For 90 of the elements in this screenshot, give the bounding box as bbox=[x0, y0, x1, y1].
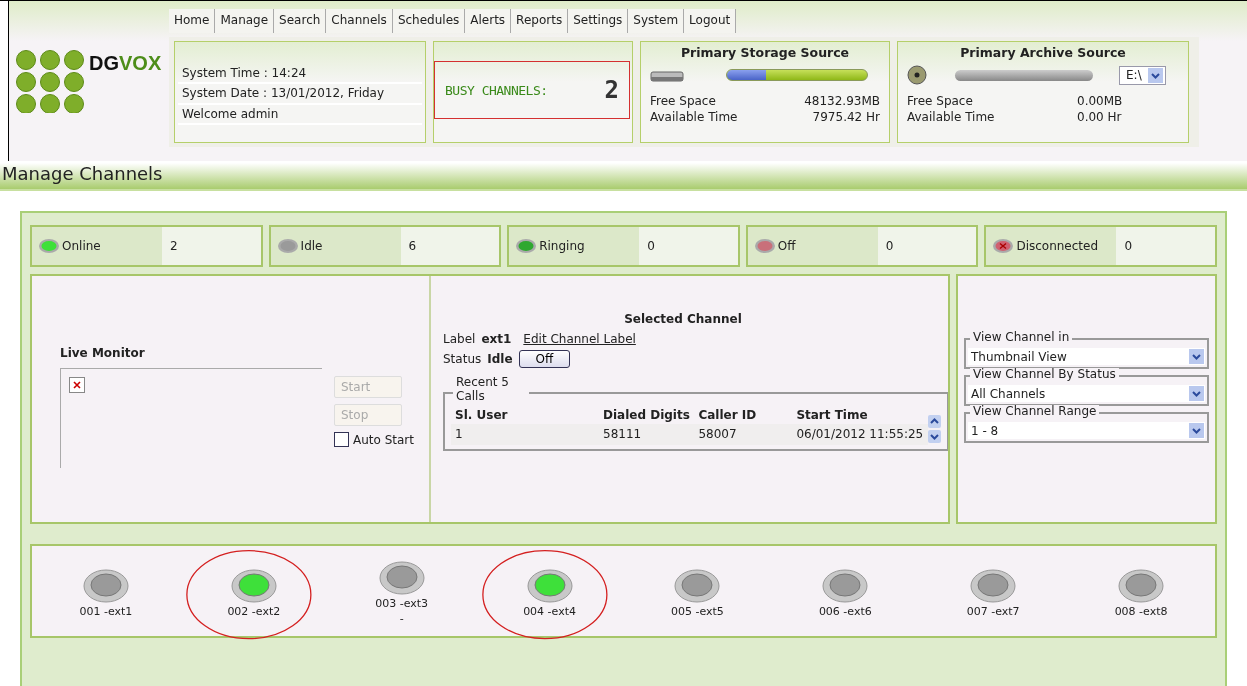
view-option-legend: View Channel in bbox=[970, 331, 1073, 343]
idle-channel-lamp-icon[interactable] bbox=[1118, 568, 1165, 603]
hard-drive-icon bbox=[650, 68, 684, 82]
table-cell: 06/01/2012 11:55:25 bbox=[792, 424, 928, 446]
idle-channel-lamp-icon[interactable] bbox=[82, 568, 129, 603]
column-header: Dialed Digits bbox=[599, 406, 695, 424]
view-option-legend: View Channel Range bbox=[970, 405, 1100, 417]
view-option-legend: View Channel By Status bbox=[970, 368, 1119, 380]
live-monitor-title: Live Monitor bbox=[60, 346, 146, 360]
table-cell: 58111 bbox=[599, 424, 695, 446]
drive-select[interactable]: E:\ bbox=[1119, 65, 1166, 85]
available-time-value: 0.00 Hr bbox=[1077, 110, 1122, 124]
edit-channel-label-link[interactable]: Edit Channel Label bbox=[523, 332, 636, 346]
table-cell: 1 bbox=[451, 424, 599, 446]
column-header: Sl. User bbox=[451, 406, 599, 424]
nav-tab[interactable]: Search bbox=[274, 9, 327, 33]
storage-title: Primary Storage Source bbox=[679, 45, 851, 60]
channel-name: 005 -ext5 bbox=[671, 604, 724, 618]
status-count: 2 bbox=[169, 239, 178, 253]
disc-icon bbox=[907, 65, 927, 85]
nav-tab[interactable]: Logout bbox=[684, 9, 737, 33]
view-option-select[interactable]: 1 - 8 bbox=[968, 422, 1205, 439]
table-cell: 58007 bbox=[694, 424, 793, 446]
system-date: System Date : 13/01/2012, Friday bbox=[178, 84, 422, 105]
nav-tab[interactable]: Settings bbox=[568, 9, 629, 33]
logo-text: DGVOX bbox=[89, 52, 162, 75]
channel-name: 001 -ext1 bbox=[79, 604, 133, 618]
idle-channel-lamp-icon[interactable] bbox=[822, 568, 869, 603]
free-space-value: 48132.93MB bbox=[804, 94, 880, 108]
nav-tab[interactable]: Schedules bbox=[392, 9, 466, 33]
off-button[interactable]: Off bbox=[518, 350, 571, 368]
nav-tab[interactable]: Manage bbox=[215, 9, 275, 33]
scroll-down-icon[interactable] bbox=[928, 430, 941, 444]
auto-start-checkbox[interactable] bbox=[334, 432, 349, 447]
scroll-up-icon[interactable] bbox=[928, 415, 941, 429]
status-label: Idle bbox=[300, 239, 323, 253]
status-count: 0 bbox=[1123, 239, 1133, 253]
free-space-value: 0.00MB bbox=[1077, 94, 1123, 108]
busy-count: 2 bbox=[604, 76, 619, 104]
broken-image-icon bbox=[69, 377, 85, 393]
channel-name: 006 -ext6 bbox=[818, 604, 872, 618]
logo-dots-icon bbox=[15, 49, 87, 113]
channel-note: - bbox=[399, 612, 404, 625]
status-count: 0 bbox=[884, 239, 894, 253]
ringing-status-icon bbox=[515, 238, 538, 254]
nav-tab[interactable]: Reports bbox=[511, 9, 569, 33]
idle-channel-lamp-icon[interactable] bbox=[674, 568, 721, 603]
status-label: Off bbox=[777, 239, 796, 253]
nav-tab[interactable]: Home bbox=[169, 9, 216, 33]
view-option-select[interactable]: Thumbnail View bbox=[968, 348, 1205, 365]
online-channel-lamp-icon[interactable] bbox=[526, 568, 573, 603]
status-caption: Status bbox=[443, 352, 482, 366]
archive-title: Primary Archive Source bbox=[959, 45, 1127, 60]
idle-status-icon bbox=[276, 238, 299, 254]
available-time-label: Available Time bbox=[907, 110, 996, 124]
view-option-select[interactable]: All Channels bbox=[968, 385, 1205, 402]
free-space-label: Free Space bbox=[650, 94, 716, 108]
status-label: Ringing bbox=[539, 239, 585, 253]
channel-name: 002 -ext2 bbox=[227, 604, 281, 618]
available-time-label: Available Time bbox=[650, 110, 738, 124]
free-space-label: Free Space bbox=[907, 94, 974, 108]
status-label: Online bbox=[62, 239, 101, 253]
page-title: Manage Channels bbox=[2, 163, 163, 184]
channel-name: 008 -ext8 bbox=[1114, 604, 1168, 618]
column-header: Start Time bbox=[792, 406, 928, 424]
channel-name: 003 -ext3 bbox=[375, 597, 429, 610]
disconnected-status-icon bbox=[992, 238, 1015, 254]
idle-channel-lamp-icon[interactable] bbox=[378, 561, 425, 595]
nav-tab[interactable]: Channels bbox=[326, 9, 393, 33]
nav-tab[interactable]: System bbox=[628, 9, 685, 33]
system-time: System Time : 14:24 bbox=[178, 64, 422, 85]
selected-channel-title: Selected Channel bbox=[623, 312, 743, 326]
auto-start-label: Auto Start bbox=[353, 432, 414, 447]
channel-name: 004 -ext4 bbox=[523, 604, 576, 618]
status-label: Disconnected bbox=[1016, 239, 1099, 253]
available-time-value: 7975.42 Hr bbox=[812, 110, 880, 124]
channel-status: Idle bbox=[487, 352, 513, 366]
channel-label: ext1 bbox=[481, 332, 512, 346]
nav-tab[interactable]: Alerts bbox=[465, 9, 512, 33]
status-count: 6 bbox=[407, 239, 417, 253]
online-channel-lamp-icon[interactable] bbox=[230, 568, 277, 603]
column-header: Caller ID bbox=[694, 406, 793, 424]
off-status-icon bbox=[753, 238, 776, 254]
status-count: 0 bbox=[646, 239, 655, 253]
welcome-text: Welcome admin bbox=[178, 104, 422, 126]
online-status-icon bbox=[38, 238, 60, 254]
channel-name: 007 -ext7 bbox=[966, 604, 1020, 618]
label-caption: Label bbox=[443, 332, 476, 346]
busy-label: BUSY CHANNELS: bbox=[445, 82, 548, 98]
idle-channel-lamp-icon[interactable] bbox=[970, 568, 1017, 603]
